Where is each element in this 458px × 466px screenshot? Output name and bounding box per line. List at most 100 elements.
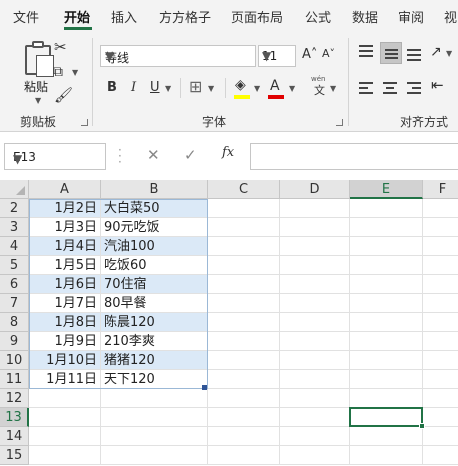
cell-a6[interactable]: 1月6日 (29, 275, 101, 294)
spreadsheet-grid[interactable]: A B C D E F 2 1月2日 大白菜50 3 1月3日 90元吃饭 4 1月4日 汽油100 5 1月5… (0, 180, 458, 466)
cell-f15[interactable] (423, 446, 458, 465)
cell-a15[interactable] (29, 446, 101, 465)
tab-insert[interactable]: 插入 (111, 7, 137, 26)
column-header-b[interactable]: B (101, 180, 208, 199)
cell-a12[interactable] (29, 389, 101, 408)
font-size-select[interactable]: 11 ▼ (258, 45, 296, 67)
cell-e13[interactable] (350, 408, 423, 427)
cell-c2[interactable] (208, 199, 280, 218)
tab-review[interactable]: 审阅 (398, 7, 424, 26)
italic-button[interactable]: I (131, 80, 136, 95)
cell-e6[interactable] (350, 275, 423, 294)
cell-f6[interactable] (423, 275, 458, 294)
cell-f12[interactable] (423, 389, 458, 408)
tab-view[interactable]: 视 (444, 7, 457, 26)
cell-a2[interactable]: 1月2日 (29, 199, 101, 218)
cell-b6[interactable]: 70住宿 (101, 275, 208, 294)
cell-f3[interactable] (423, 218, 458, 237)
cell-b13[interactable] (101, 408, 208, 427)
cell-c12[interactable] (208, 389, 280, 408)
formula-input[interactable] (250, 143, 458, 170)
cell-f4[interactable] (423, 237, 458, 256)
chevron-down-icon[interactable]: ▼ (165, 85, 171, 93)
cell-d2[interactable] (280, 199, 350, 218)
cell-d4[interactable] (280, 237, 350, 256)
row-header-12[interactable]: 12 (0, 389, 29, 408)
chevron-down-icon[interactable]: ▼ (446, 50, 452, 58)
cell-a5[interactable]: 1月5日 (29, 256, 101, 275)
cell-c8[interactable] (208, 313, 280, 332)
cell-e12[interactable] (350, 389, 423, 408)
cell-d9[interactable] (280, 332, 350, 351)
cell-d10[interactable] (280, 351, 350, 370)
cell-b3[interactable]: 90元吃饭 (101, 218, 208, 237)
align-bottom-button[interactable] (407, 49, 423, 65)
column-header-e[interactable]: E (350, 180, 423, 199)
cell-e5[interactable] (350, 256, 423, 275)
chevron-down-icon[interactable]: ▼ (330, 85, 336, 93)
cell-b9[interactable]: 210李爽 (101, 332, 208, 351)
cell-e3[interactable] (350, 218, 423, 237)
tab-fangfang[interactable]: 方方格子 (159, 7, 211, 26)
paste-button[interactable]: 粘贴 ▼ (8, 36, 54, 105)
fill-handle[interactable] (202, 385, 207, 390)
align-top-button[interactable] (359, 45, 375, 61)
tab-page-layout[interactable]: 页面布局 (231, 7, 283, 26)
tab-home[interactable]: 开始 (64, 7, 90, 26)
chevron-down-icon[interactable]: ▼ (208, 85, 214, 93)
column-header-c[interactable]: C (208, 180, 280, 199)
cell-c14[interactable] (208, 427, 280, 446)
decrease-indent-icon[interactable]: ⇤ (431, 78, 444, 93)
border-icon[interactable]: ⊞ (189, 79, 202, 95)
cell-c10[interactable] (208, 351, 280, 370)
name-box[interactable]: E13 ▼ (4, 143, 106, 170)
row-header-4[interactable]: 4 (0, 237, 29, 256)
cell-d7[interactable] (280, 294, 350, 313)
chevron-down-icon[interactable]: ▼ (72, 69, 78, 77)
cell-c13[interactable] (208, 408, 280, 427)
cell-b12[interactable] (101, 389, 208, 408)
row-header-9[interactable]: 9 (0, 332, 29, 351)
grow-font-icon[interactable]: A˄ (302, 48, 317, 61)
cell-f8[interactable] (423, 313, 458, 332)
row-header-7[interactable]: 7 (0, 294, 29, 313)
cell-e7[interactable] (350, 294, 423, 313)
cell-f9[interactable] (423, 332, 458, 351)
cell-e4[interactable] (350, 237, 423, 256)
cell-a7[interactable]: 1月7日 (29, 294, 101, 313)
align-center-button[interactable] (383, 82, 399, 96)
tab-file[interactable]: 文件 (13, 7, 39, 26)
row-header-2[interactable]: 2 (0, 199, 29, 218)
column-header-a[interactable]: A (29, 180, 101, 199)
align-left-button[interactable] (359, 82, 375, 96)
select-all-button[interactable] (0, 180, 29, 199)
row-header-8[interactable]: 8 (0, 313, 29, 332)
column-header-f[interactable]: F (423, 180, 458, 199)
cell-f2[interactable] (423, 199, 458, 218)
tab-data[interactable]: 数据 (352, 7, 378, 26)
cell-a13[interactable] (29, 408, 101, 427)
cell-d13[interactable] (280, 408, 350, 427)
cell-d5[interactable] (280, 256, 350, 275)
copy-icon[interactable]: ⧉ (53, 65, 63, 79)
cell-a14[interactable] (29, 427, 101, 446)
cell-d3[interactable] (280, 218, 350, 237)
chevron-down-icon[interactable]: ▼ (254, 85, 260, 93)
more-icon[interactable]: · · · (118, 144, 122, 168)
row-header-6[interactable]: 6 (0, 275, 29, 294)
cell-d14[interactable] (280, 427, 350, 446)
cell-f13[interactable] (423, 408, 458, 427)
cell-b11[interactable]: 天下120 (101, 370, 208, 389)
font-name-select[interactable]: 等线 ▼ (100, 45, 256, 67)
bold-button[interactable]: B (107, 80, 117, 95)
cell-e15[interactable] (350, 446, 423, 465)
cell-c4[interactable] (208, 237, 280, 256)
row-header-10[interactable]: 10 (0, 351, 29, 370)
cell-c3[interactable] (208, 218, 280, 237)
cell-c5[interactable] (208, 256, 280, 275)
clipboard-launcher-icon[interactable] (81, 119, 88, 126)
cell-c7[interactable] (208, 294, 280, 313)
insert-function-button[interactable]: fx (222, 145, 234, 160)
cell-c6[interactable] (208, 275, 280, 294)
font-launcher-icon[interactable] (336, 119, 343, 126)
